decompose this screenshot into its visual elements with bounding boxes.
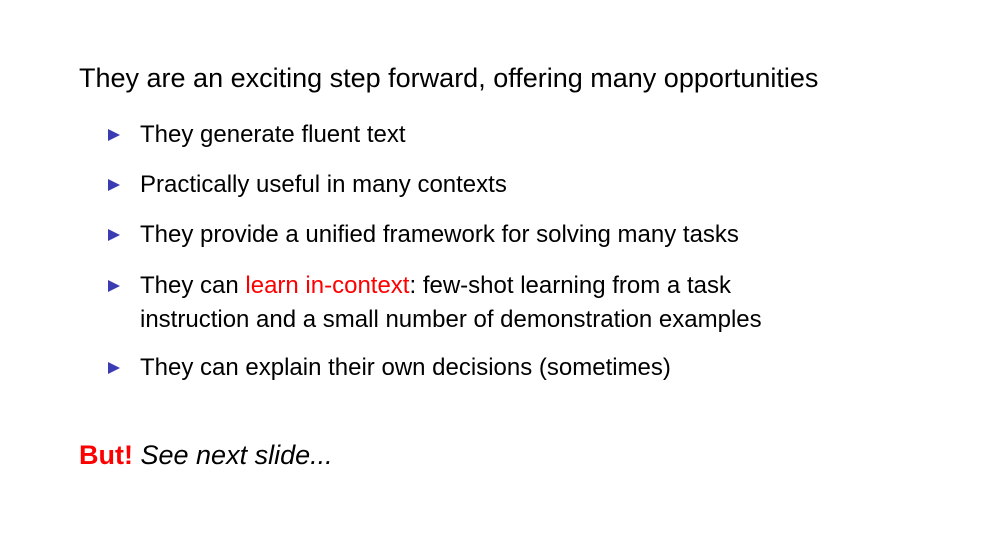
slide-heading: They are an exciting step forward, offer… (79, 63, 819, 93)
bullet-item: They can learn in-context: few-shot lear… (108, 269, 968, 337)
footer-italic-note: See next slide... (140, 440, 333, 470)
triangle-bullet-icon (108, 129, 120, 141)
bullet-text-line2: instruction and a small number of demons… (140, 306, 762, 333)
bullet-text: They provide a unified framework for sol… (140, 221, 739, 248)
bullet-item: They provide a unified framework for sol… (108, 218, 968, 252)
triangle-bullet-icon (108, 362, 120, 374)
triangle-bullet-icon (108, 229, 120, 241)
highlight-learn-in-context: learn in-context (245, 272, 410, 299)
slide: They are an exciting step forward, offer… (0, 0, 1008, 539)
triangle-bullet-icon (108, 179, 120, 191)
footer-emphasis: But! (79, 440, 133, 470)
bullet-item: They generate fluent text (108, 118, 968, 152)
bullet-text-prefix: They can (140, 272, 246, 299)
triangle-bullet-icon (108, 280, 120, 292)
bullet-item: Practically useful in many contexts (108, 168, 968, 202)
bullet-text: They generate fluent text (140, 121, 406, 148)
bullet-item: They can explain their own decisions (so… (108, 351, 968, 385)
slide-footer: But! See next slide... (79, 437, 333, 473)
bullet-text: They can explain their own decisions (so… (140, 354, 671, 381)
bullet-list: They generate fluent text Practically us… (108, 118, 968, 399)
bullet-text-suffix: : few-shot learning from a task (409, 272, 731, 299)
bullet-text: Practically useful in many contexts (140, 171, 507, 198)
